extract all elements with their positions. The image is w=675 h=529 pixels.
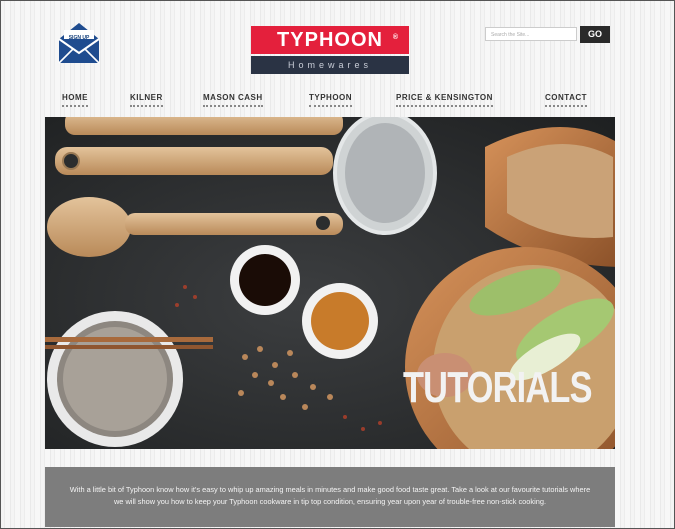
intro-panel: With a little bit of Typhoon know how it… [45,467,615,527]
logo-brand: TYPHOON [277,29,383,51]
signup-label: SIGN UP [68,35,90,41]
nav-item-typhoon[interactable]: TYPHOON [309,93,353,107]
hero-banner[interactable]: TUTORIALS [45,117,615,449]
go-button[interactable]: GO [580,26,610,43]
logo-subtitle: Homewares [251,56,409,74]
search-input[interactable]: Search the Site... [485,27,577,41]
main-nav: HOME KILNER MASON CASH TYPHOON PRICE & K… [1,93,674,107]
hero-title: TUTORIALS [403,363,593,412]
nav-item-home[interactable]: HOME [62,93,88,107]
nav-item-contact[interactable]: CONTACT [545,93,588,107]
page: SIGN UP TYPHOON ® Homewares Search the Si… [0,0,675,529]
signup-button[interactable]: SIGN UP [57,21,101,65]
logo-brand-bar: TYPHOON ® [251,26,409,54]
nav-item-price-kensington[interactable]: PRICE & KENSINGTON [396,93,493,107]
nav-item-kilner[interactable]: KILNER [130,93,163,107]
logo-registered-mark: ® [392,34,399,41]
nav-item-mason-cash[interactable]: MASON CASH [203,93,263,107]
intro-text: With a little bit of Typhoon know how it… [69,485,591,506]
envelope-icon [58,23,100,64]
typhoon-logo[interactable]: TYPHOON ® Homewares [251,26,409,74]
